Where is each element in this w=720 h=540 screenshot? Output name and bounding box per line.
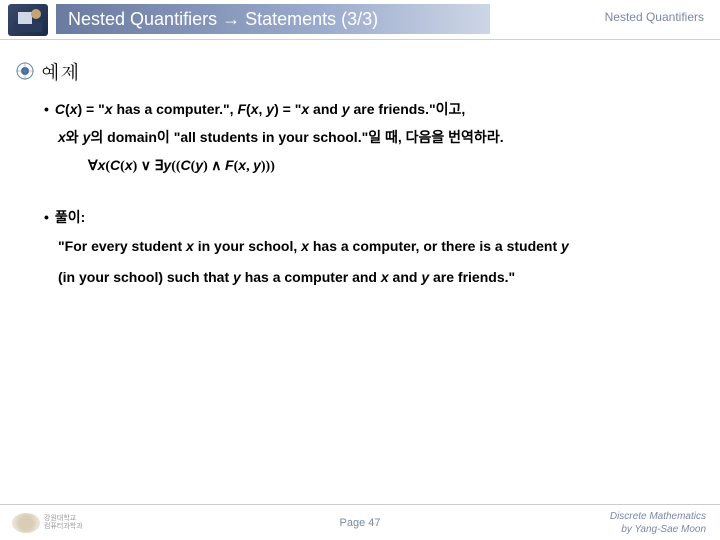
slide-content: 예제 • C(x) = "x has a computer.", F(x, y)…: [0, 40, 720, 293]
bullet-dot-icon: •: [44, 203, 49, 231]
example-title-text: 예제: [40, 56, 80, 85]
problem-statement: • C(x) = "x has a computer.", F(x, y) = …: [44, 95, 684, 175]
header-logo-icon: [8, 4, 48, 36]
bullet-marker-icon: [16, 62, 34, 80]
solution-block: • 풀이: "For every student x in your schoo…: [44, 203, 684, 293]
slide-header: Nested Quantifiers → Statements (3/3) Ne…: [0, 0, 720, 40]
logic-formula: ∀x(C(x) ∨ ∃y((C(y) ∧ F(x, y))): [88, 157, 684, 175]
page-number: Page 47: [340, 517, 381, 529]
slide-title: Nested Quantifiers → Statements (3/3): [56, 4, 490, 34]
bullet-dot-icon: •: [44, 95, 49, 123]
section-label: Nested Quantifiers: [605, 10, 704, 24]
slide-footer: 강원대학교컴퓨터과학과 Page 47 Discrete Mathematics…: [0, 504, 720, 540]
problem-line1: C(x) = "x has a computer.", F(x, y) = "x…: [55, 95, 465, 123]
solution-text: "For every student x in your school, x h…: [58, 231, 684, 293]
problem-line2: x와 y의 domain이 "all students in your scho…: [58, 123, 504, 151]
university-logo-icon: [12, 513, 40, 533]
example-heading: 예제: [16, 56, 684, 85]
solution-label: 풀이:: [55, 203, 85, 231]
footer-credits: Discrete Mathematics by Yang-Sae Moon: [610, 510, 706, 536]
university-name: 강원대학교컴퓨터과학과: [44, 515, 83, 530]
